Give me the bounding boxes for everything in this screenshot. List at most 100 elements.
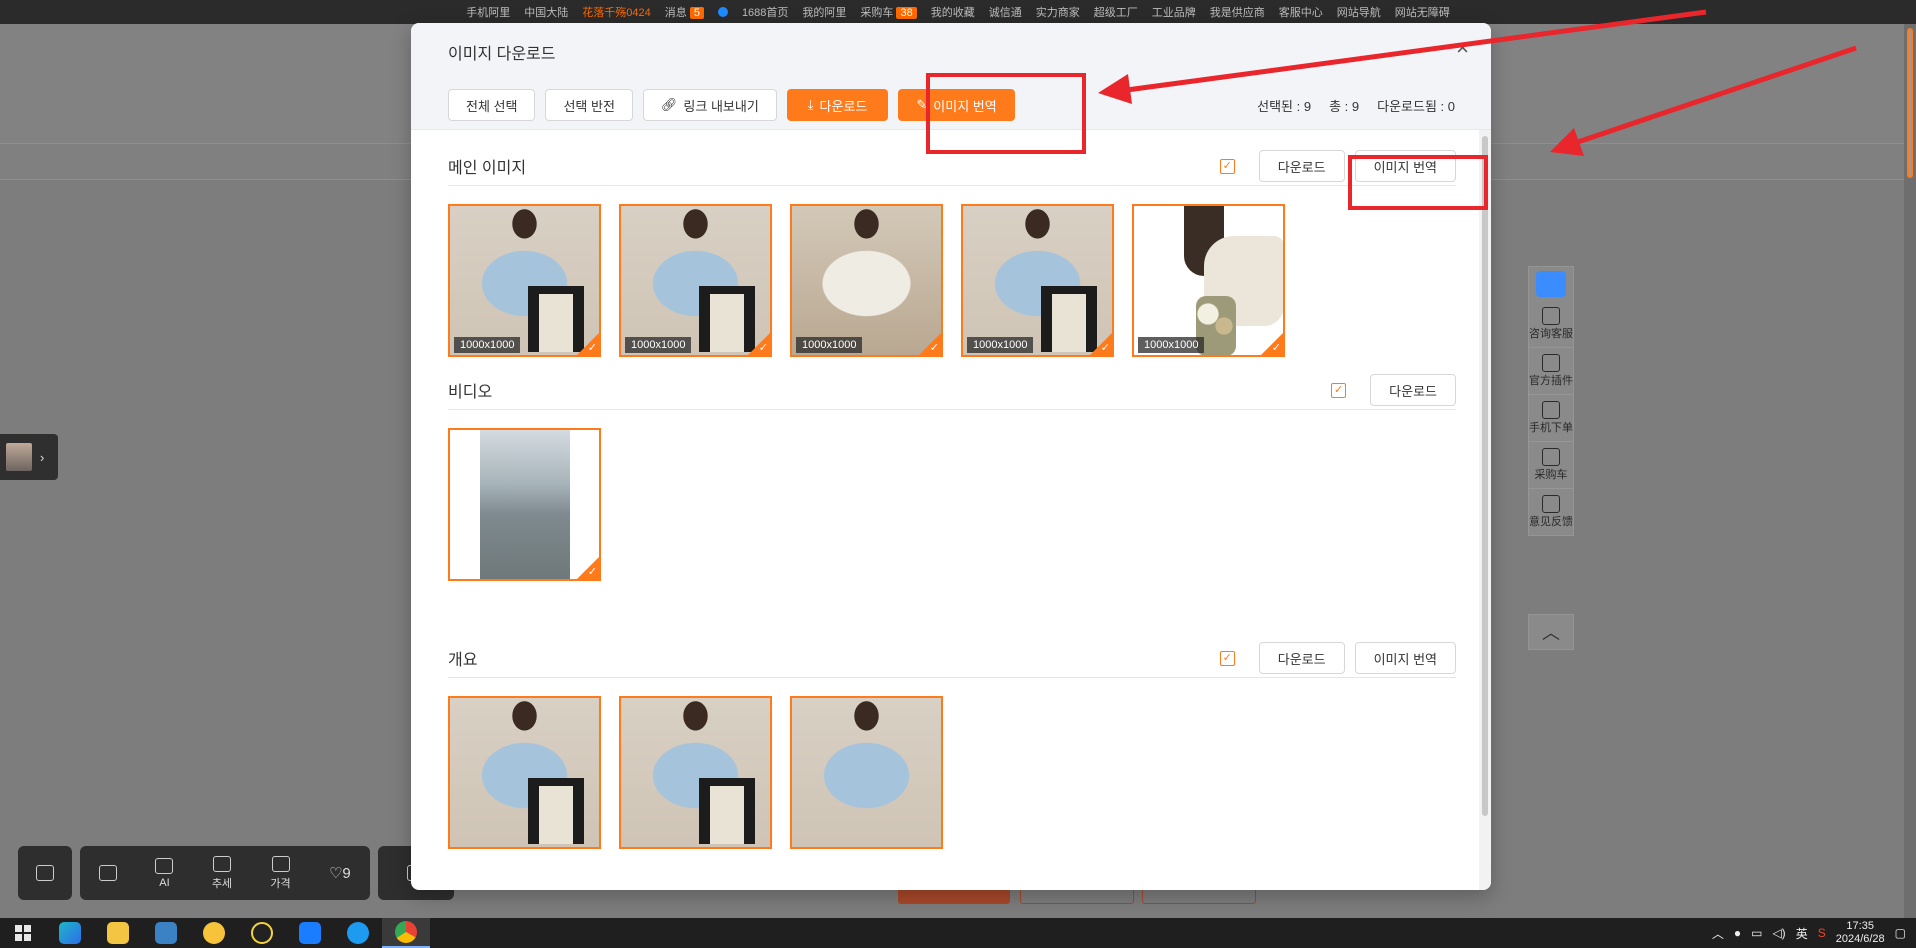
- layers-icon: [99, 865, 118, 881]
- select-all-button[interactable]: 전체 선택: [448, 89, 536, 121]
- image-thumbnail[interactable]: [448, 696, 601, 849]
- network-icon[interactable]: ▭: [1751, 926, 1762, 940]
- ai-icon: [155, 857, 174, 874]
- side-tool-mobile-order[interactable]: 手机下单: [1529, 395, 1573, 442]
- image-thumbnail[interactable]: 1000x1000 ✓: [790, 204, 943, 357]
- dialog-body[interactable]: 메인 이미지 ✓ 다운로드 이미지 번역 1000x1000 ✓ 1000x100…: [411, 130, 1491, 890]
- side-tool-label: 官方插件: [1529, 375, 1573, 387]
- section-title: 개요: [448, 651, 478, 669]
- side-tool-cart[interactable]: 采购车: [1529, 442, 1573, 489]
- image-thumbnail[interactable]: [619, 696, 772, 849]
- dialog-scrollbar-thumb[interactable]: [1482, 136, 1488, 816]
- top-nav-brands[interactable]: 工业品牌: [1152, 4, 1196, 20]
- top-nav-username[interactable]: 花落千殇0424: [582, 4, 650, 20]
- chevron-up-icon: ︿: [1542, 623, 1560, 643]
- system-tray: ︿ ● ▭ ◁) 英 S 17:35 2024/6/28 ▢: [1712, 918, 1906, 948]
- image-thumbnail[interactable]: 1000x1000 ✓: [1132, 204, 1285, 357]
- price-button[interactable]: 가격: [270, 855, 291, 891]
- side-tool-plugin[interactable]: 官方插件: [1529, 348, 1573, 395]
- section-translate-button[interactable]: 이미지 번역: [1354, 642, 1456, 674]
- top-nav-favorites[interactable]: 我的收藏: [931, 4, 975, 20]
- clock[interactable]: 17:35 2024/6/28: [1836, 920, 1885, 946]
- top-nav-messages-label: 消息: [664, 7, 687, 19]
- image-thumbnail[interactable]: 1000x1000 ✓: [619, 204, 772, 357]
- chevron-up-icon[interactable]: ︿: [1712, 925, 1724, 942]
- heart-icon: ♡: [328, 865, 343, 882]
- dialog-title: 이미지 다운로드: [448, 46, 556, 63]
- image-thumbnail[interactable]: 1000x1000 ✓: [961, 204, 1114, 357]
- like-count: 9: [342, 865, 351, 882]
- image-thumbnail[interactable]: 1000x1000 ✓: [448, 204, 601, 357]
- qq-icon[interactable]: [238, 918, 286, 948]
- sogou-icon[interactable]: S: [1818, 926, 1826, 940]
- mail-app-icon[interactable]: [142, 918, 190, 948]
- top-nav-trustpass[interactable]: 诚信通: [989, 4, 1022, 20]
- trend-button[interactable]: 추세: [212, 855, 232, 891]
- image-thumbnail[interactable]: [790, 696, 943, 849]
- cart-count-badge: 38: [896, 7, 917, 19]
- top-nav-merchants[interactable]: 实力商家: [1036, 4, 1080, 20]
- like-button[interactable]: ♡9: [329, 864, 351, 882]
- page-scrollbar[interactable]: [1904, 24, 1916, 918]
- image-grid: [448, 696, 1456, 849]
- top-nav-home[interactable]: 1688首页: [742, 4, 788, 20]
- download-button[interactable]: ⤓ 다운로드: [786, 89, 889, 121]
- collapse-button[interactable]: [99, 865, 118, 881]
- side-tool-feedback[interactable]: 意见反馈: [1529, 489, 1573, 535]
- top-nav-cart[interactable]: 采购车 38: [860, 4, 917, 20]
- volume-icon[interactable]: ◁): [1772, 926, 1785, 940]
- image-grid: 1000x1000 ✓ 1000x1000 ✓ 1000x1000 ✓ 1000x10…: [448, 204, 1456, 357]
- translate-plugin-icon[interactable]: [1536, 271, 1566, 297]
- top-nav-supplier[interactable]: 我是供应商: [1210, 4, 1265, 20]
- ime-indicator[interactable]: 英: [1796, 925, 1808, 942]
- invert-selection-button[interactable]: 선택 반전: [545, 89, 633, 121]
- top-nav-my-ali[interactable]: 我的阿里: [802, 4, 846, 20]
- top-nav-factory[interactable]: 超级工厂: [1094, 4, 1138, 20]
- pin-app-icon[interactable]: [286, 918, 334, 948]
- product-photo: [792, 698, 941, 847]
- image-size-label: 1000x1000: [967, 337, 1034, 353]
- headset-icon: [1542, 307, 1560, 325]
- side-tool-customer-service[interactable]: 咨询客服: [1529, 301, 1573, 348]
- video-thumbnail[interactable]: ✓: [448, 428, 601, 581]
- section-title: 메인 이미지: [448, 159, 527, 177]
- panda-app-icon[interactable]: [334, 918, 382, 948]
- product-photo: [621, 698, 770, 847]
- link-icon: 🔗︎: [660, 97, 678, 112]
- close-icon[interactable]: ×: [1456, 37, 1469, 59]
- export-links-button[interactable]: 🔗︎ 링크 내보내기: [642, 89, 777, 121]
- ai-label: AI: [159, 876, 170, 889]
- chat-icon[interactable]: [717, 7, 728, 17]
- section-actions: ✓ 다운로드 이미지 번역: [1219, 638, 1456, 678]
- top-nav-messages[interactable]: 消息 5: [665, 4, 704, 20]
- ai-button[interactable]: AI: [155, 857, 174, 889]
- price-line-icon: [271, 855, 290, 872]
- windows-start-icon[interactable]: [0, 918, 46, 948]
- top-nav-sitemap[interactable]: 网站导航: [1337, 4, 1381, 20]
- top-nav-mobile[interactable]: 手机阿里: [466, 4, 510, 20]
- section-select-checkbox[interactable]: ✓: [1331, 382, 1347, 398]
- overview-section: 개요 ✓ 다운로드 이미지 번역: [448, 638, 1456, 849]
- edge-browser-icon[interactable]: [46, 918, 94, 948]
- bottom-tool-bar: AI 추세 가격 ♡9: [80, 846, 370, 900]
- bag-button[interactable]: [18, 846, 72, 900]
- section-download-button[interactable]: 다운로드: [1258, 642, 1345, 674]
- dialog-scrollbar[interactable]: [1479, 130, 1491, 890]
- section-select-checkbox[interactable]: ✓: [1219, 158, 1235, 174]
- top-nav-accessibility[interactable]: 网站无障碍: [1395, 4, 1450, 20]
- notification-icon[interactable]: ▢: [1895, 926, 1906, 940]
- section-download-button[interactable]: 다운로드: [1258, 150, 1345, 182]
- annotation-box-section: [1348, 155, 1488, 210]
- chrome-icon[interactable]: [382, 918, 430, 948]
- gallery-toggle[interactable]: ›: [0, 434, 58, 480]
- file-explorer-icon[interactable]: [94, 918, 142, 948]
- paw-app-icon[interactable]: [190, 918, 238, 948]
- back-to-top-button[interactable]: ︿: [1528, 614, 1574, 650]
- top-nav-service[interactable]: 客服中心: [1279, 4, 1323, 20]
- section-select-checkbox[interactable]: ✓: [1219, 650, 1235, 666]
- page-scrollbar-thumb[interactable]: [1907, 28, 1913, 178]
- cart-icon: [1542, 448, 1560, 466]
- top-nav-region[interactable]: 中国大陆: [524, 4, 568, 20]
- section-download-button[interactable]: 다운로드: [1370, 374, 1456, 406]
- qq-tray-icon[interactable]: ●: [1734, 926, 1741, 940]
